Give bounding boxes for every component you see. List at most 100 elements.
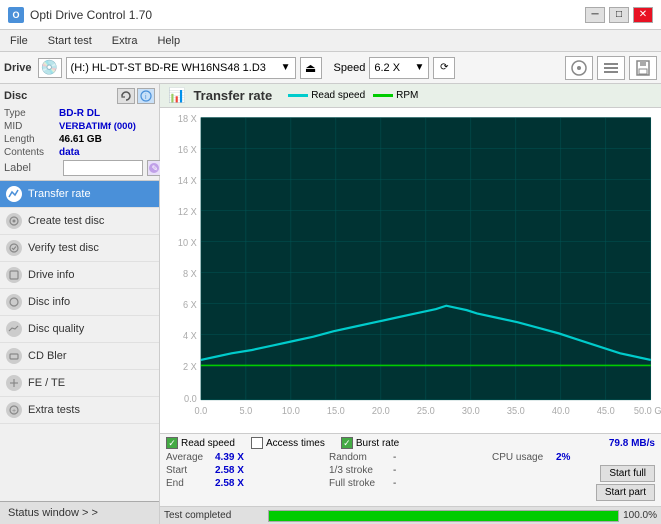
start-part-button[interactable]: Start part [596,484,655,501]
svg-text:0.0: 0.0 [195,406,208,417]
nav-label-disc-info: Disc info [28,296,70,308]
stroke2-row: Full stroke - [329,478,492,489]
nav-label-create-test-disc: Create test disc [28,215,104,227]
disc-button[interactable] [565,56,593,80]
nav-item-drive-info[interactable]: Drive info [0,262,159,289]
stats-checkboxes: ✓ Read speed Access times ✓ Burst rate 7… [166,437,655,449]
read-speed-checkbox-label: Read speed [181,438,235,449]
speed-selector[interactable]: 6.2 X ▼ [369,57,429,79]
nav-item-transfer-rate[interactable]: Transfer rate [0,181,159,208]
svg-text:20.0: 20.0 [372,406,390,417]
save-button[interactable] [629,56,657,80]
nav-label-fe-te: FE / TE [28,377,65,389]
random-row: Random - [329,452,492,463]
length-key: Length [4,134,59,145]
chart-title: Transfer rate [193,88,272,103]
sidebar: Disc i Type BD-R DL MID VERBATIMf (000) [0,84,160,524]
progress-percent: 100.0% [623,510,657,521]
stats-col-1: Average 4.39 X Start 2.58 X End 2.58 X [166,452,329,503]
checkbox-read-speed[interactable]: ✓ Read speed [166,437,235,449]
average-row: Average 4.39 X [166,452,329,463]
svg-text:10 X: 10 X [178,238,197,249]
nav-item-create-test-disc[interactable]: Create test disc [0,208,159,235]
menu-file[interactable]: File [4,33,34,49]
svg-text:40.0: 40.0 [552,406,570,417]
svg-text:18 X: 18 X [178,114,197,125]
menu-extra[interactable]: Extra [106,33,144,49]
stats-col-2: Random - 1/3 stroke - Full stroke - [329,452,492,503]
access-times-checkbox-box [251,437,263,449]
svg-text:0.0: 0.0 [184,394,197,405]
disc-panel: Disc i Type BD-R DL MID VERBATIMf (000) [0,84,159,181]
cpu-row: CPU usage 2% [492,452,655,463]
mid-value: VERBATIMf (000) [59,121,136,132]
end-value: 2.58 X [215,478,250,489]
drive-value: (H:) HL-DT-ST BD-RE WH16NS48 1.D3 [71,62,281,74]
nav-item-fe-te[interactable]: FE / TE [0,370,159,397]
disc-contents-row: Contents data [4,147,155,158]
disc-panel-header: Disc i [4,88,155,104]
titlebar: O Opti Drive Control 1.70 ─ □ ✕ [0,0,661,30]
disc-info-icon [6,294,22,310]
disc-label: Disc [4,90,27,102]
disc-refresh-button[interactable] [117,88,135,104]
svg-text:5.0: 5.0 [239,406,252,417]
nav-item-disc-info[interactable]: Disc info [0,289,159,316]
burst-rate-display: 79.8 MB/s [609,438,655,449]
minimize-button[interactable]: ─ [585,7,605,23]
titlebar-title: Opti Drive Control 1.70 [30,8,152,22]
nav-item-verify-test-disc[interactable]: Verify test disc [0,235,159,262]
menu-start-test[interactable]: Start test [42,33,98,49]
settings-button[interactable] [597,56,625,80]
stats-rows: Average 4.39 X Start 2.58 X End 2.58 X [166,452,655,503]
eject-button[interactable]: ⏏ [300,57,322,79]
stats-area: ✓ Read speed Access times ✓ Burst rate 7… [160,433,661,506]
checkbox-access-times[interactable]: Access times [251,437,325,449]
cpu-key: CPU usage [492,452,552,463]
legend-rpm-label: RPM [396,90,418,101]
cpu-value: 2% [556,452,591,463]
legend-rpm-color [373,94,393,97]
type-key: Type [4,108,59,119]
stroke2-value: - [393,478,396,489]
disc-quality-icon [6,321,22,337]
close-button[interactable]: ✕ [633,7,653,23]
legend-read-label: Read speed [311,90,365,101]
cd-bler-icon [6,348,22,364]
legend-read-color [288,94,308,97]
drive-info-icon [6,267,22,283]
average-value: 4.39 X [215,452,250,463]
fe-te-icon [6,375,22,391]
progress-bar-fill [269,511,618,521]
menu-help[interactable]: Help [151,33,186,49]
nav-items: Transfer rate Create test disc Verify te… [0,181,159,501]
stroke1-key: 1/3 stroke [329,465,389,476]
progress-bar-container: Test completed 100.0% [160,506,661,524]
maximize-button[interactable]: □ [609,7,629,23]
access-times-checkbox-label: Access times [266,438,325,449]
svg-text:16 X: 16 X [178,145,197,156]
extra-tests-icon: + [6,402,22,418]
disc-info-button[interactable]: i [137,88,155,104]
nav-label-transfer-rate: Transfer rate [28,188,91,200]
nav-item-disc-quality[interactable]: Disc quality [0,316,159,343]
chart-legend: Read speed RPM [288,90,418,101]
disc-length-row: Length 46.61 GB [4,134,155,145]
status-window-button[interactable]: Status window > > [0,501,159,524]
type-value: BD-R DL [59,108,100,119]
label-input[interactable] [63,160,143,176]
svg-text:14 X: 14 X [178,176,197,187]
svg-text:15.0: 15.0 [327,406,345,417]
nav-item-cd-bler[interactable]: CD Bler [0,343,159,370]
random-key: Random [329,452,389,463]
checkbox-burst-rate[interactable]: ✓ Burst rate [341,437,399,449]
average-key: Average [166,452,211,463]
svg-text:25.0: 25.0 [417,406,435,417]
nav-item-extra-tests[interactable]: + Extra tests [0,397,159,424]
drive-toolbar: Drive 💿 (H:) HL-DT-ST BD-RE WH16NS48 1.D… [0,52,661,84]
speed-apply-button[interactable]: ⟳ [433,57,455,79]
drive-selector[interactable]: (H:) HL-DT-ST BD-RE WH16NS48 1.D3 ▼ [66,57,296,79]
contents-value: data [59,147,80,158]
start-value: 2.58 X [215,465,250,476]
start-full-button[interactable]: Start full [600,465,655,482]
